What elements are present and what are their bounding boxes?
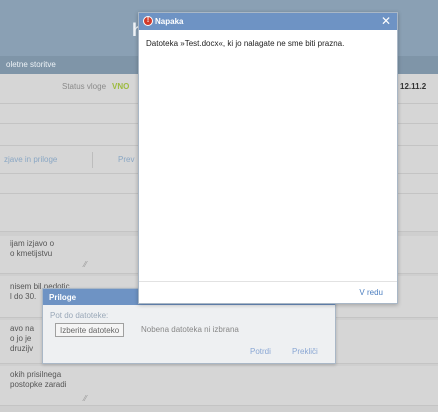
close-icon[interactable]: ✕ (381, 14, 391, 28)
error-icon: ! (143, 16, 153, 26)
error-dialog-title: Napaka (155, 17, 184, 26)
error-dialog-footer: V redu (139, 281, 397, 303)
resize-grip-icon[interactable]: ⁄⁄ (84, 260, 87, 270)
declaration-text: postopke zaradi (10, 380, 67, 389)
tab-separator (92, 152, 93, 168)
status-label: Status vloge (62, 82, 107, 91)
file-path-label: Pot do datoteke: (50, 311, 109, 320)
error-message: Datoteka »Test.docx«, ki jo nalagate ne … (146, 39, 345, 48)
tab-prev[interactable]: Prev (118, 155, 134, 164)
no-file-selected-text: Nobena datoteka ni izbrana (141, 325, 239, 334)
declaration-row: okih prisilnega postopke zaradi ⁄⁄ (0, 366, 438, 406)
nav-label[interactable]: oletne storitve (6, 60, 56, 69)
status-value: VNO (112, 82, 130, 91)
status-date: 12.11.2 (400, 82, 427, 91)
choose-file-button[interactable]: Izberite datoteko (55, 323, 125, 337)
cancel-button[interactable]: Prekliči (292, 347, 318, 356)
confirm-button[interactable]: Potrdi (250, 347, 271, 356)
ok-button[interactable]: V redu (359, 288, 383, 297)
error-dialog: ! Napaka ✕ Datoteka »Test.docx«, ki jo n… (138, 12, 398, 304)
error-dialog-titlebar[interactable]: ! Napaka ✕ (139, 13, 397, 30)
tab-izjave-in-priloge[interactable]: zjave in priloge (4, 155, 57, 164)
declaration-text: okih prisilnega (10, 370, 62, 379)
resize-grip-icon[interactable]: ⁄⁄ (84, 394, 87, 404)
